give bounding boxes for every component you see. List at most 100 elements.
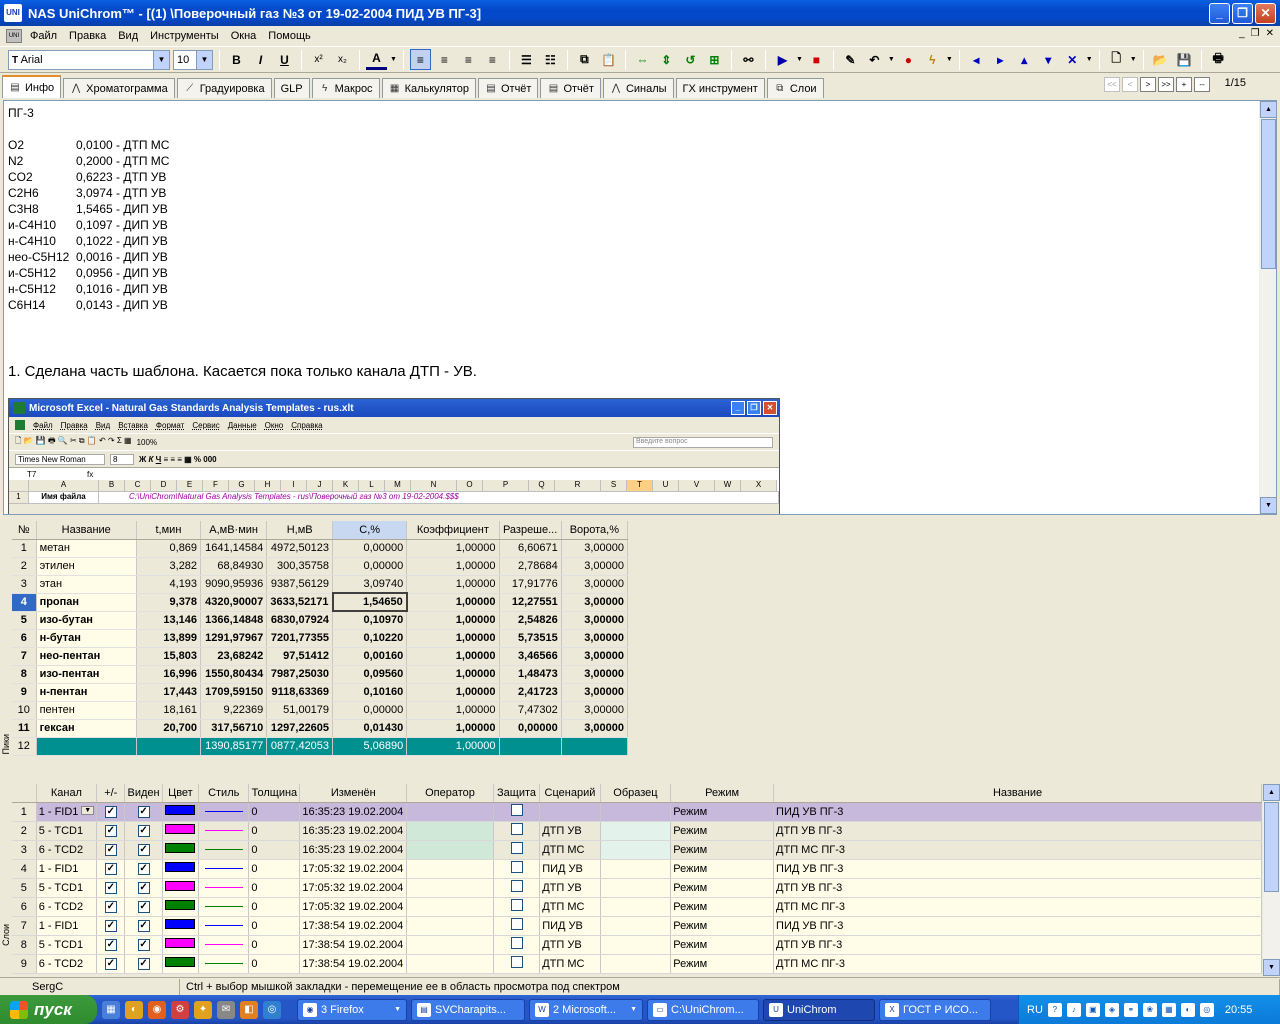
channel-row[interactable]: 71 - FID1 ✓ ✓ 0 17:38:54 19.02.2004 ПИД УВ Реж…: [12, 916, 1262, 936]
color-cell[interactable]: [162, 878, 200, 898]
checkbox-unchecked-icon[interactable]: [510, 861, 523, 873]
zoom-box-icon[interactable]: ⊞: [704, 49, 725, 70]
scroll-down-icon[interactable]: ▼: [1263, 959, 1280, 976]
color-swatch[interactable]: [165, 881, 196, 891]
channel-title-cell[interactable]: ДТП УВ ПГ-3: [773, 878, 1262, 898]
peak-name[interactable]: изо-пентан: [36, 665, 137, 684]
channel-title-cell[interactable]: ДТП МС ПГ-3: [773, 840, 1262, 860]
peak-cell-a[interactable]: 68,84930: [200, 557, 268, 576]
peak-cell-v[interactable]: 3,00000: [561, 701, 629, 720]
tab-signals[interactable]: ⋀ Синалы: [602, 78, 674, 98]
peak-cell-r[interactable]: 2,54826: [499, 611, 562, 630]
peak-cell-a[interactable]: 1550,80434: [200, 665, 268, 684]
mdi-close-icon[interactable]: ✕: [1266, 28, 1274, 39]
visible-cell[interactable]: ✓: [124, 802, 163, 822]
channel-cell[interactable]: 6 - TCD2: [36, 840, 98, 860]
fit-horizontal-icon[interactable]: ⇔: [632, 49, 653, 70]
undo-icon[interactable]: ↶: [864, 49, 885, 70]
tray-app-icon[interactable]: ◈: [1104, 1002, 1119, 1017]
protect-cell[interactable]: [493, 821, 541, 841]
peak-cell-r[interactable]: 3,46566: [499, 647, 562, 666]
checkbox-checked-icon[interactable]: ✓: [104, 920, 117, 932]
minimize-button[interactable]: _: [1209, 3, 1230, 24]
tray-app-icon[interactable]: ❀: [1142, 1002, 1157, 1017]
nav-last-button[interactable]: >>: [1158, 77, 1174, 92]
plusminus-cell[interactable]: ✓: [96, 878, 126, 898]
firefox-icon[interactable]: ◉: [148, 1000, 166, 1019]
channel-title-cell[interactable]: ПИД УВ ПГ-3: [773, 802, 1262, 822]
operator-cell[interactable]: [406, 935, 494, 955]
visible-cell[interactable]: ✓: [124, 897, 163, 917]
channel-cell[interactable]: 1 - FID1 ▼: [36, 802, 98, 822]
checkbox-checked-icon[interactable]: ✓: [137, 901, 150, 913]
operator-cell[interactable]: [406, 840, 494, 860]
task-gost[interactable]: X ГОСТ Р ИСО...: [879, 998, 991, 1021]
channel-col-header[interactable]: Виден: [124, 784, 163, 803]
sample-cell[interactable]: [600, 802, 672, 822]
protect-cell[interactable]: [493, 897, 541, 917]
thickness-cell[interactable]: 0: [248, 897, 301, 917]
peak-cell-a[interactable]: 1291,97967: [200, 629, 268, 648]
visible-cell[interactable]: ✓: [124, 935, 163, 955]
open-folder-icon[interactable]: 📂: [1150, 49, 1171, 70]
peak-cell-k[interactable]: 1,00000: [406, 593, 500, 612]
channel-col-header[interactable]: Изменён: [299, 784, 408, 803]
checkbox-checked-icon[interactable]: ✓: [104, 825, 117, 837]
plusminus-cell[interactable]: ✓: [96, 802, 126, 822]
scenario-cell[interactable]: ДТП УВ: [539, 878, 601, 898]
mode-cell[interactable]: Режим: [670, 859, 775, 879]
scenario-cell[interactable]: ДТП УВ: [539, 821, 601, 841]
checkbox-checked-icon[interactable]: ✓: [137, 863, 150, 875]
channel-cell[interactable]: 5 - TCD1: [36, 821, 98, 841]
peak-cell-v[interactable]: 3,00000: [561, 539, 629, 558]
operator-cell[interactable]: [406, 916, 494, 936]
channel-row[interactable]: 85 - TCD1 ✓ ✓ 0 17:38:54 19.02.2004 ДТП УВ Реж…: [12, 935, 1262, 955]
chevron-down-icon[interactable]: ▼: [81, 805, 95, 815]
peak-row[interactable]: 5 изо-бутан 13,146 1366,14848 6830,07924 0,10…: [12, 611, 629, 630]
style-cell[interactable]: [198, 916, 250, 936]
arrow-left-icon[interactable]: ◂: [966, 49, 987, 70]
peak-cell-v[interactable]: 3,00000: [561, 647, 629, 666]
menu-help[interactable]: Помощь: [262, 30, 317, 42]
task-unichrom[interactable]: U UniChrom: [763, 998, 875, 1021]
peak-name[interactable]: нео-пентан: [36, 647, 137, 666]
peak-cell-k[interactable]: 1,00000: [406, 683, 500, 702]
scenario-cell[interactable]: ДТП УВ: [539, 935, 601, 955]
peak-cell-k[interactable]: 1,00000: [406, 719, 500, 738]
style-cell[interactable]: [198, 897, 250, 917]
peak-cell-t[interactable]: 13,899: [136, 629, 202, 648]
peak-name[interactable]: пропан: [36, 593, 137, 612]
peak-cell-c[interactable]: 0,09560: [332, 665, 408, 684]
peak-name[interactable]: н-пентан: [36, 683, 137, 702]
peak-cell-h[interactable]: 51,00179: [266, 701, 334, 720]
chevron-down-icon[interactable]: ▼: [796, 56, 803, 63]
task-firefox[interactable]: ◉ 3 Firefox ▼: [297, 998, 407, 1021]
peak-row[interactable]: 4 пропан 9,378 4320,90007 3633,52171 1,54650 1…: [12, 592, 629, 612]
plusminus-cell[interactable]: ✓: [96, 859, 126, 879]
tab-gc-tool[interactable]: ГХ инструмент: [675, 78, 765, 98]
align-justify-icon[interactable]: ≡: [482, 49, 503, 70]
peak-row[interactable]: 10 пентен 18,161 9,22369 51,00179 0,00000 1,00…: [12, 701, 629, 720]
channel-row[interactable]: 25 - TCD1 ✓ ✓ 0 16:35:23 19.02.2004 ДТП УВ Реж…: [12, 821, 1262, 841]
color-swatch[interactable]: [165, 843, 196, 853]
peak-cell-a[interactable]: 9090,95936: [200, 575, 268, 594]
peak-cell-h[interactable]: 9387,56129: [266, 575, 334, 594]
protect-cell[interactable]: [493, 878, 541, 898]
task-microsoft[interactable]: W2 Microsoft... ▼: [529, 998, 643, 1021]
tray-app-icon[interactable]: ▦: [1161, 1002, 1176, 1017]
peak-row[interactable]: 8 изо-пентан 16,996 1550,80434 7987,25030 0,0…: [12, 665, 629, 684]
chevron-down-icon[interactable]: ▼: [946, 56, 953, 63]
peak-cell-v[interactable]: 3,00000: [561, 557, 629, 576]
channel-cell[interactable]: 6 - TCD2: [36, 897, 98, 917]
peak-cell-v[interactable]: 3,00000: [561, 629, 629, 648]
channels-table[interactable]: Канал +/- Виден Цвет Стиль Толщина Изменён Опер…: [12, 784, 1262, 974]
peaks-col-header[interactable]: Разреше...: [499, 521, 562, 540]
peak-row[interactable]: 2 этилен 3,282 68,84930 300,35758 0,00000 1,00…: [12, 557, 629, 576]
peak-row[interactable]: 6 н-бутан 13,899 1291,97967 7201,77355 0,1022…: [12, 629, 629, 648]
scroll-thumb[interactable]: [1264, 802, 1279, 892]
peaks-table[interactable]: № Название t,мин A,мВ·мин H,мВ C,% Коэффициент…: [12, 521, 629, 756]
save-icon[interactable]: 💾: [1174, 49, 1195, 70]
channel-row[interactable]: 41 - FID1 ✓ ✓ 0 17:05:32 19.02.2004 ПИД УВ Реж…: [12, 859, 1262, 879]
peak-cell-h[interactable]: 7201,77355: [266, 629, 334, 648]
scenario-cell[interactable]: ДТП МС: [539, 840, 601, 860]
